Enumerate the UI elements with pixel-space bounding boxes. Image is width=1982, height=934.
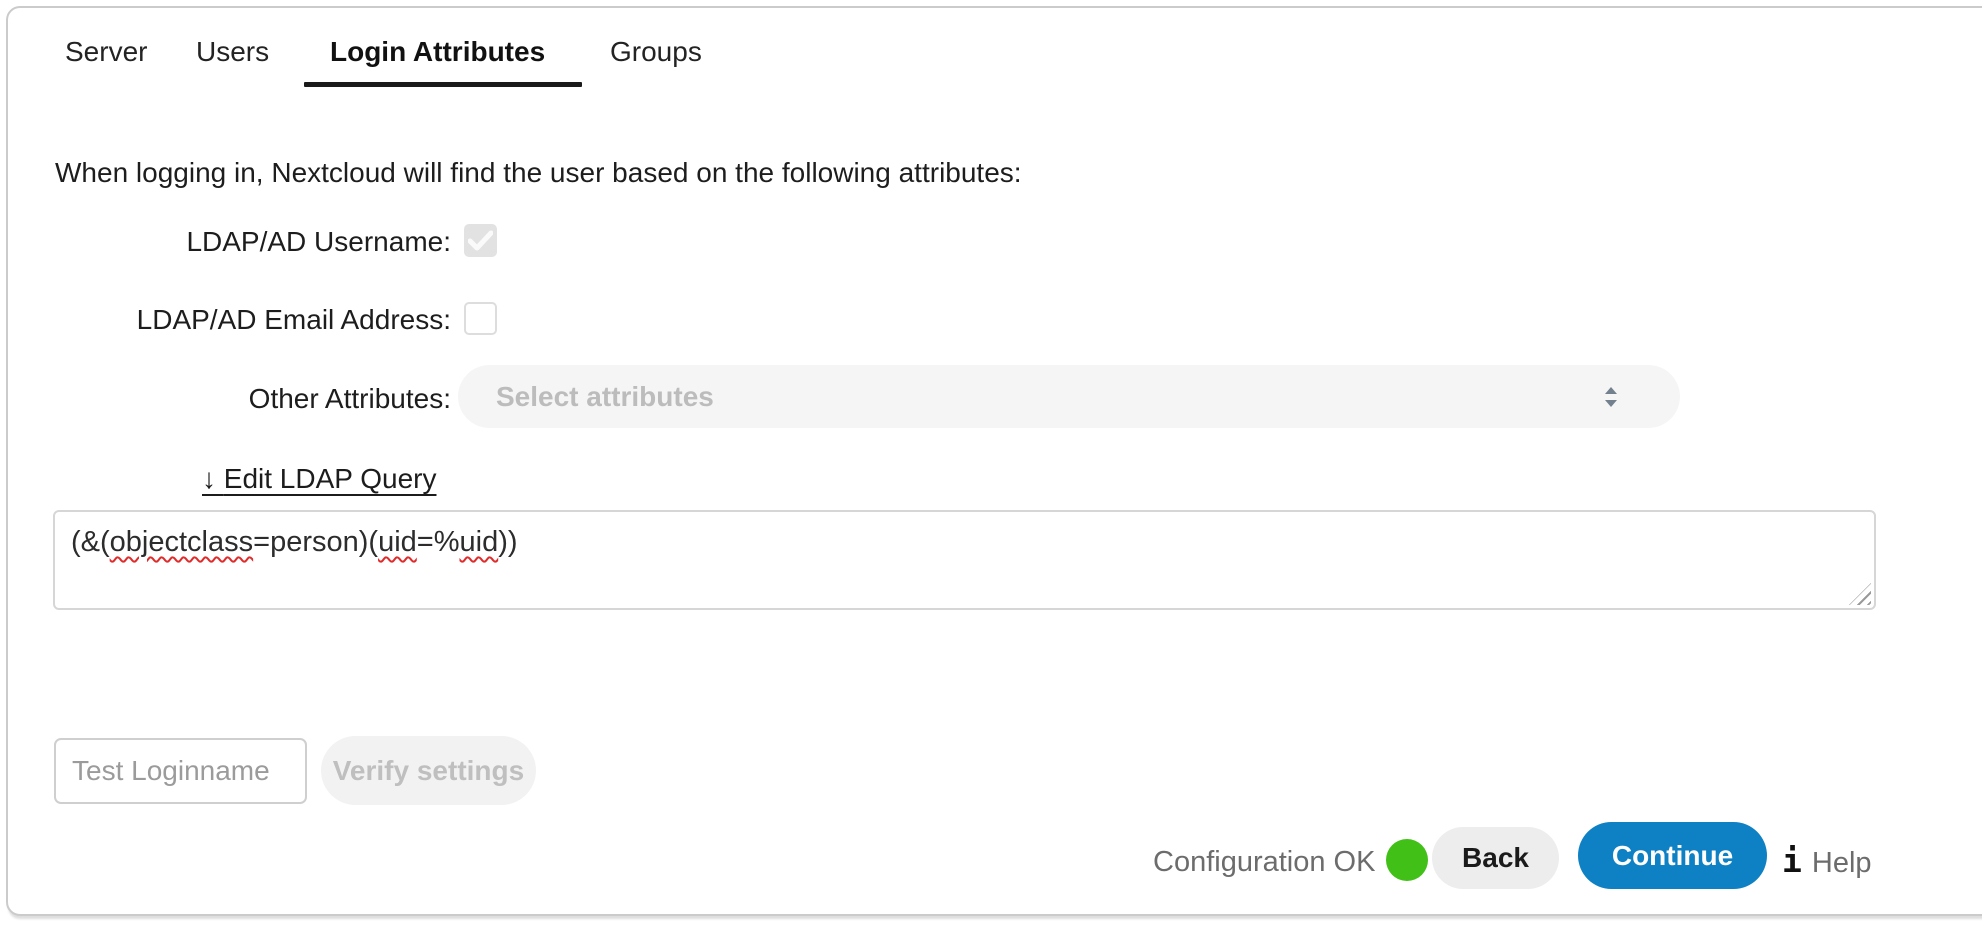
email-checkbox[interactable] <box>464 302 497 335</box>
tab-users[interactable]: Users <box>196 36 269 68</box>
page-title: When logging in, Nextcloud will find the… <box>55 157 1022 189</box>
username-checkbox <box>464 224 497 257</box>
username-label: LDAP/AD Username: <box>8 226 451 258</box>
other-attributes-select[interactable]: Select attributes <box>458 365 1680 428</box>
select-arrows-icon <box>1600 386 1622 413</box>
other-attributes-label: Other Attributes: <box>8 383 451 415</box>
ldap-query-text: (&(objectclass=person)(uid=%uid)) <box>71 526 518 558</box>
email-label: LDAP/AD Email Address: <box>8 304 451 336</box>
tab-groups[interactable]: Groups <box>610 36 702 68</box>
tab-server[interactable]: Server <box>65 36 147 68</box>
verify-settings-button: Verify settings <box>321 736 536 805</box>
test-loginname-input[interactable] <box>54 738 307 804</box>
active-tab-underline <box>304 82 582 87</box>
select-placeholder: Select attributes <box>496 365 714 428</box>
continue-button[interactable]: Continue <box>1578 822 1767 889</box>
textarea-resize-grip[interactable] <box>1849 583 1871 605</box>
back-button[interactable]: Back <box>1432 827 1559 889</box>
edit-ldap-query-label: Edit LDAP Query <box>224 463 437 494</box>
info-icon: i <box>1782 841 1802 880</box>
edit-ldap-query-link[interactable]: ↓ Edit LDAP Query <box>202 463 436 495</box>
help-label: Help <box>1812 847 1872 879</box>
wizard-panel: Server Users Login Attributes Groups Whe… <box>6 6 1982 916</box>
help-link[interactable]: i Help <box>1782 841 1872 880</box>
status-ok-dot-icon <box>1386 839 1428 881</box>
ldap-query-textarea[interactable]: (&(objectclass=person)(uid=%uid)) <box>53 510 1876 610</box>
tab-login-attributes[interactable]: Login Attributes <box>330 36 545 68</box>
down-arrow-icon: ↓ <box>202 463 216 494</box>
configuration-status-text: Configuration OK <box>1153 846 1375 879</box>
